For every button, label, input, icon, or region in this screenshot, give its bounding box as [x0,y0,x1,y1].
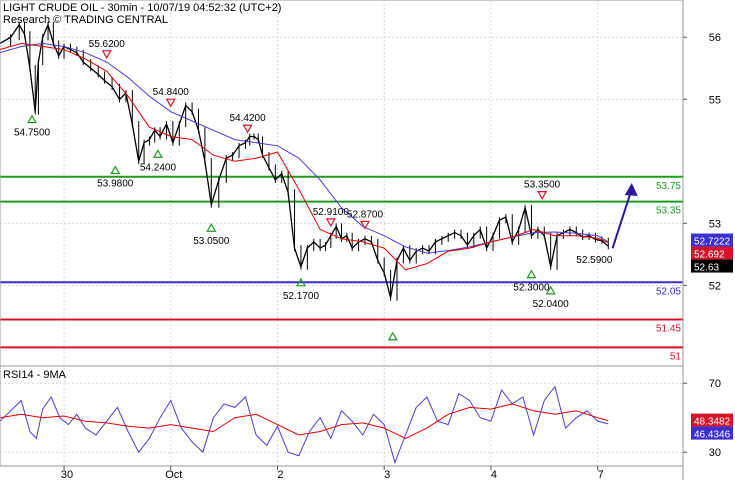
annotation-label: 54.7500 [14,128,51,139]
x-tick-label: 2 [277,469,283,480]
x-tick-label: 4 [491,469,497,480]
annotation-label: 52.3000 [513,283,550,294]
rsi-y-tick-label: 30 [709,447,721,459]
level-label: 51.45 [656,323,681,334]
x-tick-label: Oct [165,469,182,480]
x-tick-label: 30 [61,469,73,480]
rsi-value-tag-label: 46.4346 [694,430,731,441]
annotation-label: 53.3500 [524,180,561,191]
annotation-label: 52.5900 [576,255,613,266]
x-tick-label: 7 [598,469,604,480]
level-label: 53.35 [656,206,681,217]
level-label: 53.75 [656,181,681,192]
annotation-label: 54.2400 [140,162,177,173]
rsi-value-tag-label: 48.3482 [694,417,731,428]
annotation-label: 55.6200 [89,39,126,50]
y-tick-label: 53 [709,218,721,230]
value-tag-label: 52.692 [694,250,725,261]
annotation-label: 52.9100 [313,207,350,218]
chart-title: LIGHT CRUDE OIL - 30min - 10/07/19 04:52… [3,2,281,14]
annotation-label: 53.0500 [193,236,230,247]
level-label: 52.05 [656,286,681,297]
annotation-label: 52.8700 [347,209,384,220]
annotation-label: 52.1700 [283,291,320,302]
value-tag-label: 52.7222 [694,237,731,248]
chart-root: 53.7553.3552.0551.4551 55.670054.750055.… [0,0,735,480]
rsi-y-tick-label: 70 [709,378,721,390]
y-tick-label: 52 [709,280,721,292]
y-tick-label: 56 [709,32,721,44]
annotation-label: 54.4200 [230,113,267,124]
chart-subtitle: Research © TRADING CENTRAL [3,14,168,26]
y-tick-label: 55 [709,94,721,106]
level-label: 51 [670,351,682,362]
annotation-label: 53.9800 [97,179,134,190]
annotation-label: 52.0400 [533,299,570,310]
rsi-title: RSI14 - 9MA [3,369,67,381]
annotation-label: 54.8400 [153,87,190,98]
price-chart[interactable]: 53.7553.3552.0551.4551 55.670054.750055.… [0,0,735,480]
value-tag-label: 52.63 [694,263,719,274]
x-tick-label: 3 [384,469,390,480]
